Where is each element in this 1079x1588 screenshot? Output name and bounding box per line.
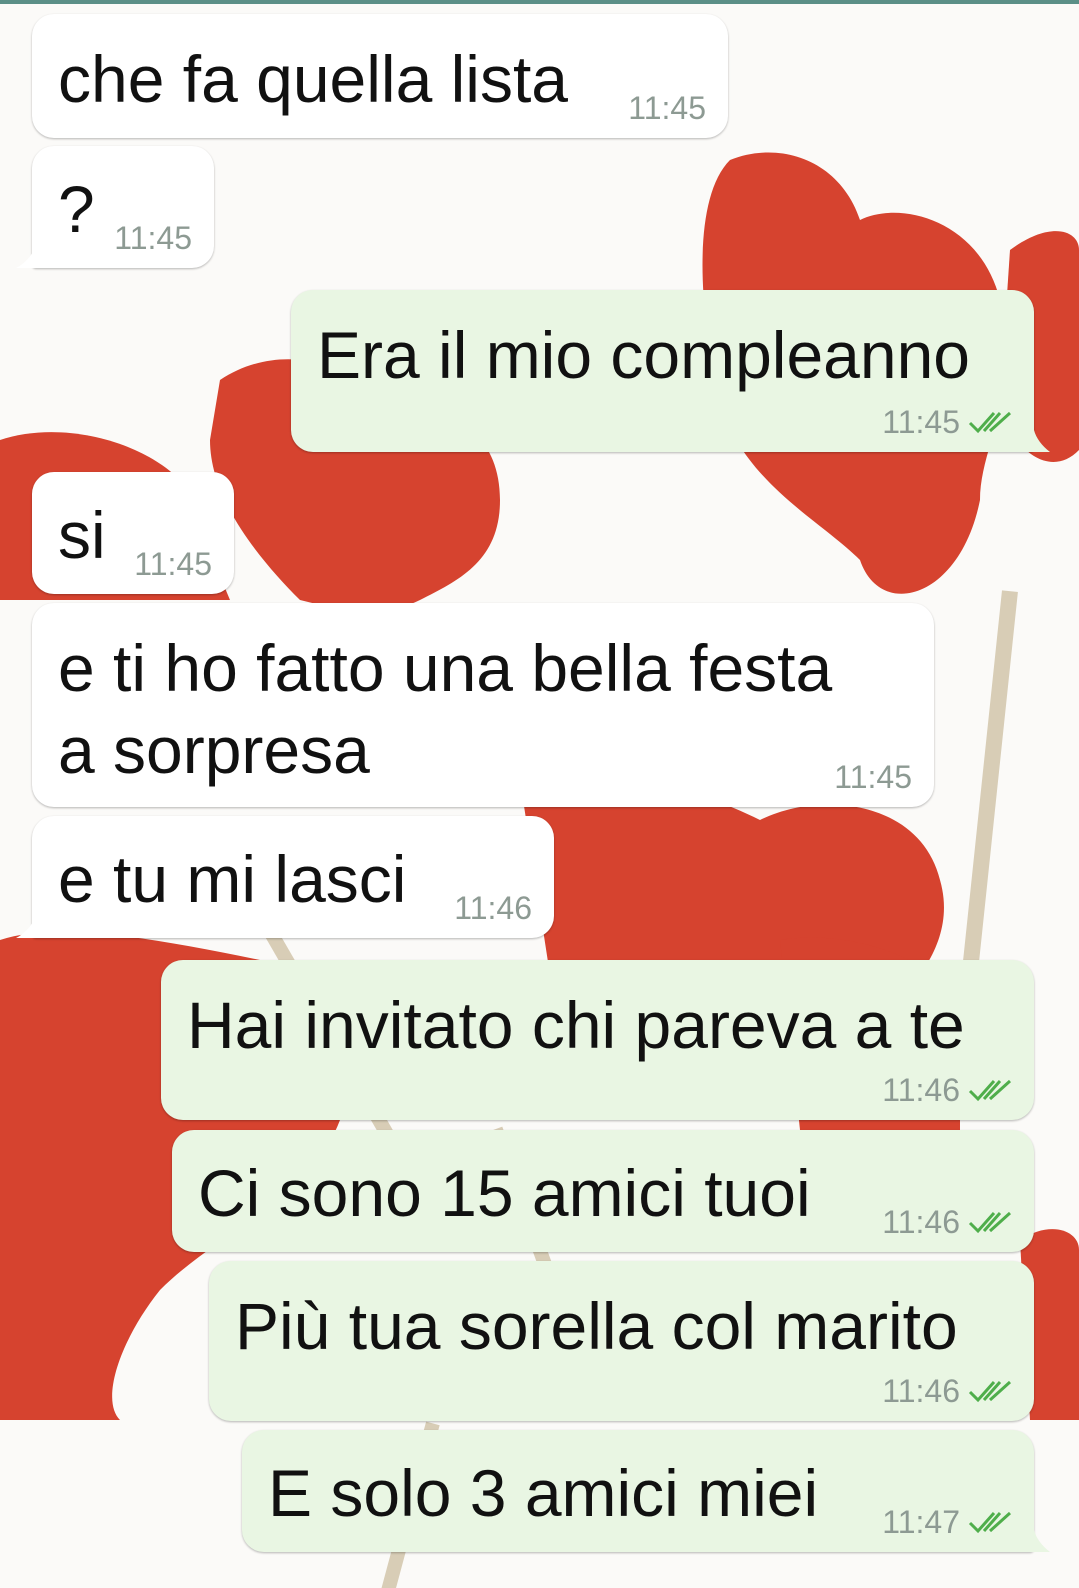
message-meta: 11:46 <box>882 1373 1014 1409</box>
message-text: Era il mio compleanno <box>317 318 970 392</box>
outgoing-message[interactable]: Più tua sorella col marito 11:46 <box>209 1261 1034 1421</box>
incoming-message[interactable]: ? 11:45 <box>32 146 214 268</box>
outgoing-message[interactable]: E solo 3 amici miei 11:47 <box>242 1430 1034 1552</box>
bubble-tail <box>16 246 44 268</box>
outgoing-message[interactable]: Era il mio compleanno 11:45 <box>291 290 1034 452</box>
outgoing-message[interactable]: Hai invitato chi pareva a te 11:46 <box>161 960 1034 1120</box>
message-time: 11:46 <box>454 890 532 926</box>
app-bar-edge <box>0 0 1079 4</box>
message-time: 11:45 <box>628 90 706 126</box>
bubble-tail <box>1026 430 1050 452</box>
message-meta: 11:45 <box>114 220 192 256</box>
double-check-icon <box>968 411 1012 434</box>
message-meta: 11:46 <box>882 1204 1014 1240</box>
message-time: 11:46 <box>882 1373 960 1409</box>
double-check-icon <box>968 1380 1012 1403</box>
message-meta: 11:46 <box>882 1072 1014 1108</box>
double-check-icon <box>968 1079 1012 1102</box>
message-time: 11:45 <box>114 220 192 256</box>
message-text: Più tua sorella col marito <box>235 1289 958 1363</box>
double-check-icon <box>968 1211 1012 1234</box>
message-meta: 11:46 <box>454 890 532 926</box>
message-time: 11:46 <box>882 1204 960 1240</box>
message-text: Hai invitato chi pareva a te <box>187 988 965 1062</box>
incoming-message[interactable]: che fa quella lista 11:45 <box>32 14 728 138</box>
message-meta: 11:45 <box>834 759 912 795</box>
message-time: 11:46 <box>882 1072 960 1108</box>
bubble-tail <box>1026 1530 1050 1552</box>
incoming-message[interactable]: e tu mi lasci 11:46 <box>32 816 554 938</box>
message-text-line: a sorpresa <box>58 713 370 787</box>
message-time: 11:47 <box>882 1504 960 1540</box>
incoming-message[interactable]: si 11:45 <box>32 472 234 594</box>
message-time: 11:45 <box>834 759 912 795</box>
incoming-message[interactable]: e ti ho fatto una bella festa a sorpresa… <box>32 603 934 807</box>
outgoing-message[interactable]: Ci sono 15 amici tuoi 11:46 <box>172 1130 1034 1252</box>
message-meta: 11:45 <box>134 546 212 582</box>
message-meta: 11:45 <box>628 90 706 126</box>
message-text-line: e ti ho fatto una bella festa <box>58 631 833 705</box>
message-time: 11:45 <box>134 546 212 582</box>
bubble-tail <box>16 916 44 938</box>
message-meta: 11:45 <box>882 404 1014 440</box>
message-time: 11:45 <box>882 404 960 440</box>
message-meta: 11:47 <box>882 1504 1014 1540</box>
double-check-icon <box>968 1511 1012 1534</box>
